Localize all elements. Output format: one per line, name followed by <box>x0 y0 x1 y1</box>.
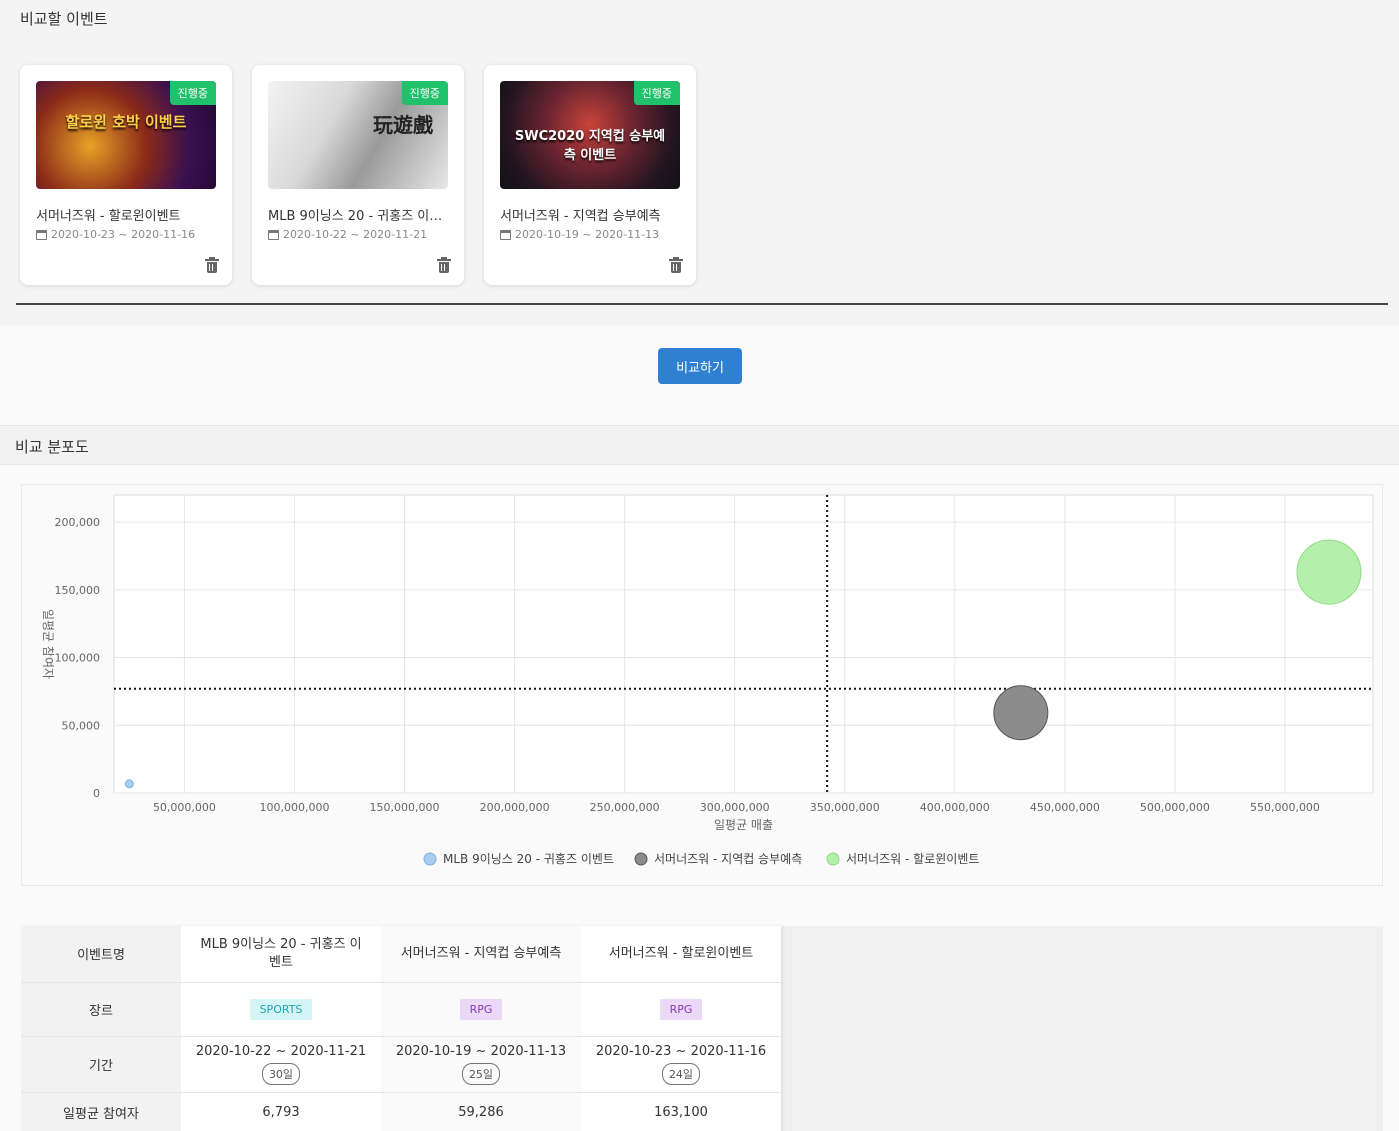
event-card-title: 서머너즈워 - 할로윈이벤트 <box>36 209 181 224</box>
event-name-cell: 서머너즈워 - 할로윈이벤트 <box>581 926 781 983</box>
avg-cell: 59,286 <box>381 1092 581 1131</box>
genre-badge: RPG <box>659 998 703 1020</box>
avg-cell: 6,793 <box>181 1092 381 1131</box>
calendar-icon <box>500 229 511 240</box>
status-badge: 진행중 <box>401 81 448 105</box>
scatter-header: 비교 분포도 <box>0 425 1399 465</box>
legend-marker <box>423 852 437 866</box>
genre-cell: RPG <box>381 982 581 1037</box>
x-tick-label: 150,000,000 <box>370 801 440 814</box>
days-pill: 25일 <box>461 1062 501 1085</box>
y-tick-label: 200,000 <box>55 516 101 529</box>
y-tick-label: 0 <box>93 787 100 800</box>
genre-cell: RPG <box>581 982 781 1037</box>
thumbnail-art-text: 할로윈 호박 이벤트 <box>65 113 187 131</box>
period-cell: 2020-10-19 ~ 2020-11-13 25일 <box>381 1036 581 1093</box>
row-label-period: 기간 <box>21 1036 181 1093</box>
period-text: 2020-10-19 ~ 2020-11-13 <box>395 1043 567 1059</box>
y-tick-label: 100,000 <box>55 652 101 665</box>
table-row-genre: 장르 SPORTS RPG RPG <box>21 982 781 1037</box>
trash-icon[interactable] <box>437 257 451 273</box>
row-label-avg: 일평균 참여자 <box>21 1092 181 1131</box>
selected-events-panel: 비교할 이벤트 할로윈 호박 이벤트 진행중 서머너즈워 - 할로윈이벤트 20… <box>0 0 1399 326</box>
calendar-icon <box>36 229 47 240</box>
genre-badge: RPG <box>459 998 503 1020</box>
period-text: 2020-10-23 ~ 2020-11-16 <box>595 1043 767 1059</box>
y-axis-label: 일평균 참여자 <box>41 609 55 679</box>
selected-events-title: 비교할 이벤트 <box>20 10 108 28</box>
event-name-cell: 서머너즈워 - 지역컵 승부예측 <box>381 926 581 983</box>
y-tick-label: 50,000 <box>62 719 101 732</box>
event-card-date: 2020-10-22 ~ 2020-11-21 <box>268 228 427 241</box>
event-card-date-text: 2020-10-19 ~ 2020-11-13 <box>515 228 660 241</box>
days-pill: 30일 <box>261 1062 301 1085</box>
thumbnail-art-text: 玩遊戲 <box>373 113 433 137</box>
thumbnail-art-text: SWC2020 지역컵 승부예측 이벤트 <box>514 129 666 163</box>
x-tick-label: 400,000,000 <box>920 801 990 814</box>
event-thumbnail: 할로윈 호박 이벤트 진행중 <box>36 81 216 189</box>
event-card-date-text: 2020-10-22 ~ 2020-11-21 <box>283 228 428 241</box>
x-tick-label: 250,000,000 <box>590 801 660 814</box>
section-divider <box>16 303 1388 305</box>
event-card-mlb[interactable]: 玩遊戲 진행중 MLB 9이닝스 20 - 귀홍즈 이벤트 2020-10-22… <box>252 65 464 285</box>
event-card-date: 2020-10-23 ~ 2020-11-16 <box>36 228 195 241</box>
event-card-title: 서머너즈워 - 지역컵 승부예측 <box>500 209 661 224</box>
x-tick-label: 450,000,000 <box>1030 801 1100 814</box>
days-pill: 24일 <box>661 1062 701 1085</box>
x-tick-label: 550,000,000 <box>1250 801 1320 814</box>
event-card-title: MLB 9이닝스 20 - 귀홍즈 이벤트 <box>268 209 450 224</box>
period-cell: 2020-10-22 ~ 2020-11-21 30일 <box>181 1036 381 1093</box>
x-tick-label: 500,000,000 <box>1140 801 1210 814</box>
comparison-table: 이벤트명 MLB 9이닝스 20 - 귀홍즈 이벤트 서머너즈워 - 지역컵 승… <box>21 926 781 1131</box>
status-badge: 진행중 <box>633 81 680 105</box>
row-label-genre: 장르 <box>21 982 181 1037</box>
table-row-avg: 일평균 참여자 6,793 59,286 163,100 <box>21 1092 781 1131</box>
event-card-swc[interactable]: SWC2020 지역컵 승부예측 이벤트 진행중 서머너즈워 - 지역컵 승부예… <box>484 65 696 285</box>
compare-button[interactable]: 비교하기 <box>658 348 742 384</box>
event-thumbnail: 玩遊戲 진행중 <box>268 81 448 189</box>
x-tick-label: 200,000,000 <box>480 801 550 814</box>
legend-marker <box>634 852 648 866</box>
plot-area <box>113 494 1374 794</box>
table-row-name: 이벤트명 MLB 9이닝스 20 - 귀홍즈 이벤트 서머너즈워 - 지역컵 승… <box>21 926 781 983</box>
x-tick-label: 50,000,000 <box>153 801 216 814</box>
scatter-point <box>1296 539 1362 605</box>
x-tick-label: 350,000,000 <box>810 801 880 814</box>
x-tick-label: 300,000,000 <box>700 801 770 814</box>
scatter-chart-svg: 50,000,000 100,000,000 150,000,000 200,000,… <box>41 494 1374 866</box>
event-card-date-text: 2020-10-23 ~ 2020-11-16 <box>51 228 196 241</box>
table-row-period: 기간 2020-10-22 ~ 2020-11-21 30일 2020-10-19… <box>21 1036 781 1093</box>
legend-label: 서머너즈워 - 지역컵 승부예측 <box>654 852 802 866</box>
trash-icon[interactable] <box>669 257 683 273</box>
x-axis-label: 일평균 매출 <box>714 818 773 832</box>
avg-cell: 163,100 <box>581 1092 781 1131</box>
legend-marker <box>826 852 840 866</box>
period-text: 2020-10-22 ~ 2020-11-21 <box>195 1043 367 1059</box>
genre-badge: SPORTS <box>249 998 313 1020</box>
x-tick-label: 100,000,000 <box>259 801 329 814</box>
scatter-chart: 50,000,000 100,000,000 150,000,000 200,000,… <box>21 484 1383 886</box>
genre-cell: SPORTS <box>181 982 381 1037</box>
calendar-icon <box>268 229 279 240</box>
trash-icon[interactable] <box>205 257 219 273</box>
scatter-point <box>993 685 1049 741</box>
period-cell: 2020-10-23 ~ 2020-11-16 24일 <box>581 1036 781 1093</box>
event-card-halloween[interactable]: 할로윈 호박 이벤트 진행중 서머너즈워 - 할로윈이벤트 2020-10-23… <box>20 65 232 285</box>
legend-label: 서머너즈워 - 할로윈이벤트 <box>846 852 979 866</box>
scatter-point <box>124 779 134 789</box>
event-thumbnail: SWC2020 지역컵 승부예측 이벤트 진행중 <box>500 81 680 189</box>
event-card-date: 2020-10-19 ~ 2020-11-13 <box>500 228 659 241</box>
row-label-name: 이벤트명 <box>21 926 181 983</box>
legend-label: MLB 9이닝스 20 - 귀홍즈 이벤트 <box>443 852 614 866</box>
scatter-title: 비교 분포도 <box>15 438 89 456</box>
y-tick-label: 150,000 <box>55 584 101 597</box>
event-name-cell: MLB 9이닝스 20 - 귀홍즈 이벤트 <box>181 926 381 983</box>
status-badge: 진행중 <box>169 81 216 105</box>
